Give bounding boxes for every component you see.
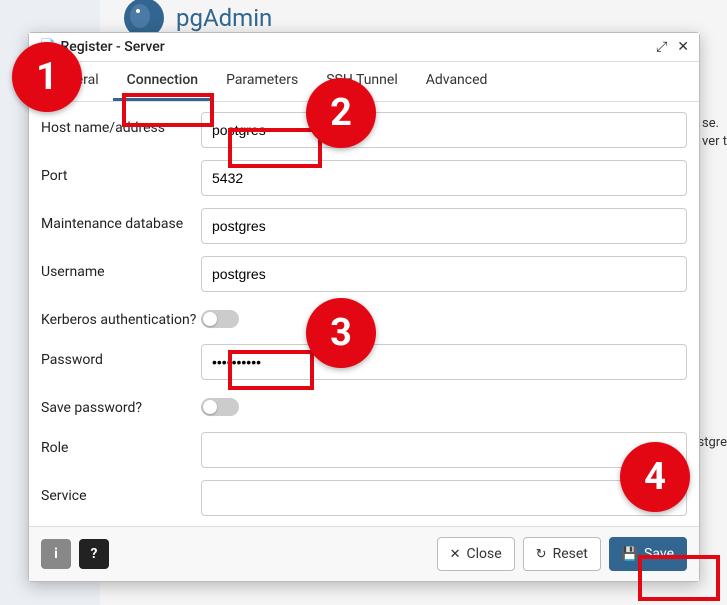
label-maintenance-db: Maintenance database bbox=[41, 208, 201, 233]
toggle-save-password[interactable] bbox=[201, 398, 239, 416]
input-host[interactable] bbox=[201, 112, 687, 148]
close-button[interactable]: ✕ Close bbox=[437, 537, 515, 571]
maximize-icon[interactable]: ⤢ bbox=[656, 39, 667, 55]
label-save-password: Save password? bbox=[41, 392, 201, 417]
tab-parameters[interactable]: Parameters bbox=[212, 62, 312, 101]
row-role: Role bbox=[41, 432, 687, 468]
background-text-right-lower: stgre bbox=[698, 435, 727, 450]
info-button[interactable]: i bbox=[41, 539, 71, 569]
help-icon: ? bbox=[91, 546, 98, 562]
reset-button[interactable]: ↻ Reset bbox=[523, 537, 601, 571]
info-icon: i bbox=[54, 546, 58, 562]
row-save-password: Save password? bbox=[41, 392, 687, 420]
row-port: Port bbox=[41, 160, 687, 196]
annotation-4: 4 bbox=[620, 442, 690, 512]
row-username: Username bbox=[41, 256, 687, 292]
x-icon: ✕ bbox=[450, 547, 461, 562]
pgadmin-title: pgAdmin bbox=[176, 4, 272, 32]
annotation-2: 2 bbox=[306, 78, 376, 148]
save-label: Save bbox=[644, 546, 674, 562]
label-password: Password bbox=[41, 344, 201, 369]
save-icon: 💾 bbox=[622, 547, 638, 562]
row-service: Service bbox=[41, 480, 687, 516]
input-port[interactable] bbox=[201, 160, 687, 196]
close-label: Close bbox=[467, 546, 502, 562]
dialog-title-bar: 📄 Register - Server ⤢ ✕ bbox=[29, 33, 699, 62]
dialog-footer: i ? ✕ Close ↻ Reset 💾 Save bbox=[29, 526, 699, 581]
row-maintenance-db: Maintenance database bbox=[41, 208, 687, 244]
tab-connection[interactable]: Connection bbox=[113, 62, 212, 101]
background-header: pgAdmin bbox=[100, 0, 727, 35]
save-button[interactable]: 💾 Save bbox=[609, 537, 687, 571]
reset-label: Reset bbox=[553, 546, 588, 562]
dialog-title: Register - Server bbox=[60, 39, 164, 55]
input-username[interactable] bbox=[201, 256, 687, 292]
input-service[interactable] bbox=[201, 480, 687, 516]
input-maintenance-db[interactable] bbox=[201, 208, 687, 244]
annotation-3: 3 bbox=[306, 298, 376, 368]
tab-advanced[interactable]: Advanced bbox=[412, 62, 502, 101]
toggle-kerberos[interactable] bbox=[201, 310, 239, 328]
help-button[interactable]: ? bbox=[79, 539, 109, 569]
label-port: Port bbox=[41, 160, 201, 185]
input-role[interactable] bbox=[201, 432, 687, 468]
background-text-right: se. ver t bbox=[702, 115, 727, 151]
annotation-1: 1 bbox=[12, 42, 82, 112]
label-service: Service bbox=[41, 480, 201, 505]
close-icon[interactable]: ✕ bbox=[677, 39, 689, 55]
label-role: Role bbox=[41, 432, 201, 457]
label-username: Username bbox=[41, 256, 201, 281]
label-kerberos: Kerberos authentication? bbox=[41, 304, 201, 329]
input-password[interactable] bbox=[201, 344, 687, 380]
label-host: Host name/address bbox=[41, 112, 201, 137]
reset-icon: ↻ bbox=[536, 547, 547, 562]
